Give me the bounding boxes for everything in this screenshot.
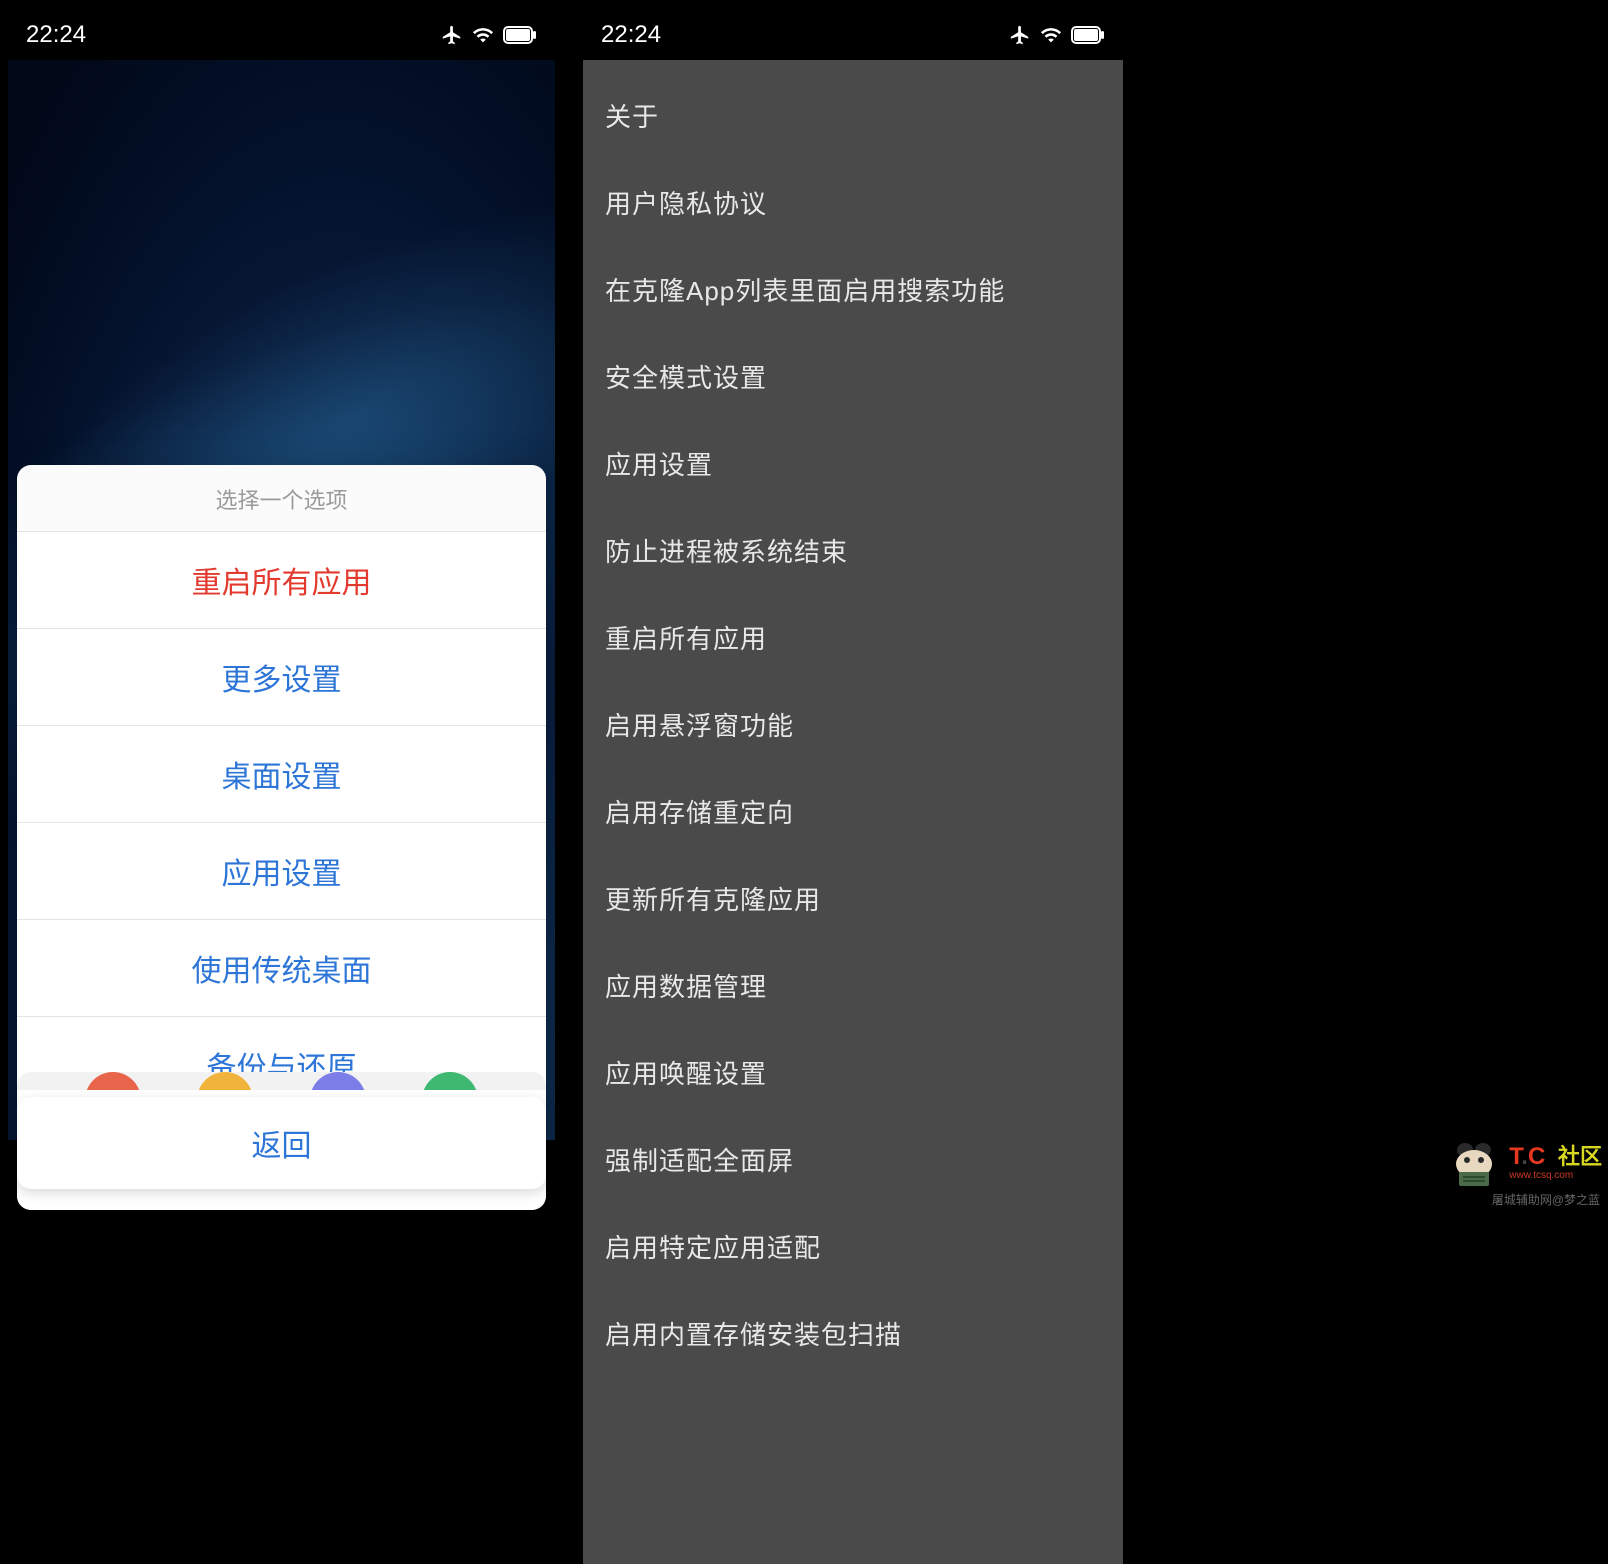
watermark-title-sq: 社区 <box>1558 1144 1602 1169</box>
watermark-logo-icon <box>1445 1138 1505 1188</box>
settings-item-restart-all[interactable]: 重启所有应用 <box>583 594 1123 681</box>
settings-item-privacy[interactable]: 用户隐私协议 <box>583 159 1123 246</box>
sheet-item-restart-all[interactable]: 重启所有应用 <box>17 532 546 629</box>
watermark-tagline: 屠城辅助网@梦之蓝 <box>1492 1191 1600 1208</box>
airplane-mode-icon <box>1009 24 1031 46</box>
settings-item-floating-window[interactable]: 启用悬浮窗功能 <box>583 681 1123 768</box>
watermark: T.C 社区 www.tcsq.com <box>1445 1138 1602 1188</box>
watermark-title-c: C <box>1528 1143 1545 1170</box>
watermark-title-t: T <box>1509 1143 1521 1170</box>
status-time: 22:24 <box>26 21 86 49</box>
settings-item-safe-mode[interactable]: 安全模式设置 <box>583 333 1123 420</box>
sheet-item-app-settings[interactable]: 应用设置 <box>17 823 546 920</box>
dock-icon <box>197 1072 253 1090</box>
settings-item-storage-redirect[interactable]: 启用存储重定向 <box>583 768 1123 855</box>
settings-item-clone-search[interactable]: 在克隆App列表里面启用搜索功能 <box>583 246 1123 333</box>
status-bar-left: 22:24 <box>8 10 555 60</box>
settings-item-update-clones[interactable]: 更新所有克隆应用 <box>583 855 1123 942</box>
settings-item-prevent-kill[interactable]: 防止进程被系统结束 <box>583 507 1123 594</box>
dock-icon <box>310 1072 366 1090</box>
sheet-item-traditional-desktop[interactable]: 使用传统桌面 <box>17 920 546 1017</box>
settings-item-force-fullscreen[interactable]: 强制适配全面屏 <box>583 1116 1123 1203</box>
phone-screen-right: 22:24 关于 用户隐私协议 在克隆App列表里面启用搜 <box>583 10 1123 1564</box>
sheet-item-more-settings[interactable]: 更多设置 <box>17 629 546 726</box>
screen-left: 22:24 选择一个选项 重启所有应用 更 <box>8 10 555 1564</box>
settings-item-app-settings[interactable]: 应用设置 <box>583 420 1123 507</box>
settings-item-data-manage[interactable]: 应用数据管理 <box>583 942 1123 1029</box>
watermark-text: T.C 社区 www.tcsq.com <box>1509 1145 1602 1181</box>
dock-icon <box>85 1072 141 1090</box>
wifi-icon <box>1039 24 1063 46</box>
battery-icon <box>503 26 537 44</box>
watermark-url: www.tcsq.com <box>1509 1171 1602 1181</box>
phone-screen-left: 22:24 选择一个选项 重启所有应用 更 <box>8 10 555 1564</box>
sheet-title: 选择一个选项 <box>17 465 546 532</box>
status-bar-right: 22:24 <box>583 10 1123 60</box>
dock-icon <box>422 1072 478 1090</box>
sheet-item-desktop-settings[interactable]: 桌面设置 <box>17 726 546 823</box>
settings-item-specific-adapt[interactable]: 启用特定应用适配 <box>583 1203 1123 1290</box>
settings-item-wake-settings[interactable]: 应用唤醒设置 <box>583 1029 1123 1116</box>
battery-icon <box>1071 26 1105 44</box>
settings-item-about[interactable]: 关于 <box>583 72 1123 159</box>
dock-preview <box>17 1072 546 1090</box>
airplane-mode-icon <box>441 24 463 46</box>
wifi-icon <box>471 24 495 46</box>
status-time: 22:24 <box>601 21 661 49</box>
back-button[interactable]: 返回 <box>17 1097 546 1189</box>
watermark-title-dot: . <box>1521 1143 1528 1170</box>
screen-right: 22:24 关于 用户隐私协议 在克隆App列表里面启用搜 <box>583 10 1123 1564</box>
settings-item-internal-scan[interactable]: 启用内置存储安装包扫描 <box>583 1290 1123 1377</box>
settings-list: 关于 用户隐私协议 在克隆App列表里面启用搜索功能 安全模式设置 应用设置 防… <box>583 60 1123 1389</box>
